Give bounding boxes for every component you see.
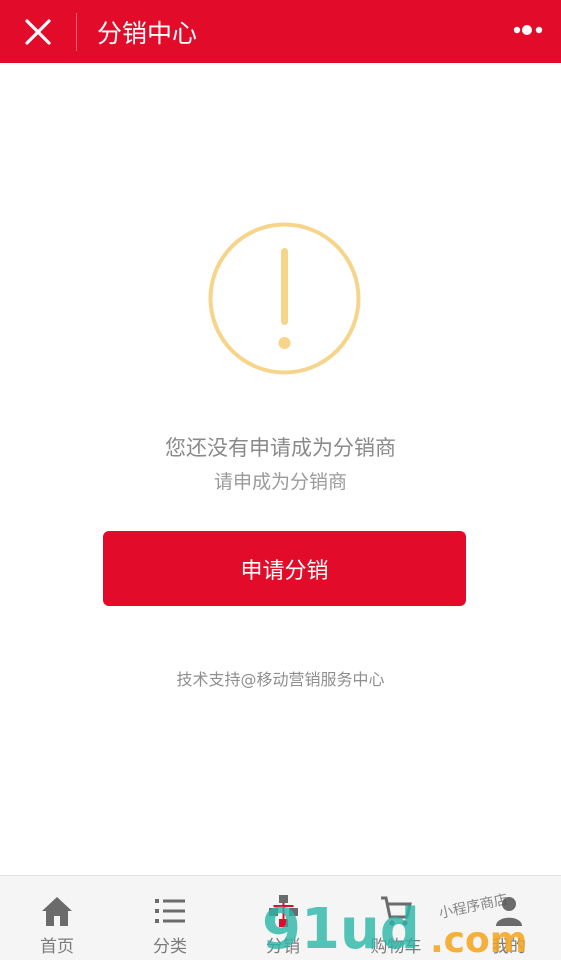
more-dots-icon — [513, 25, 543, 35]
tab-label: 首页 — [40, 937, 74, 957]
tab-cart[interactable]: 购物车 — [340, 876, 452, 960]
title-divider — [76, 12, 77, 51]
apply-distribution-button[interactable]: 申请分销 — [103, 531, 466, 606]
user-icon — [496, 897, 522, 926]
status-message: 您还没有申请成为分销商 — [165, 436, 396, 460]
home-icon — [42, 897, 72, 926]
tab-label: 购物车 — [370, 937, 422, 957]
cart-icon — [381, 896, 412, 926]
tab-label: 我的 — [492, 937, 526, 957]
tab-mine[interactable]: 我的 — [453, 876, 561, 960]
exclamation-circle-icon — [208, 222, 361, 375]
list-icon — [155, 899, 185, 923]
tab-category[interactable]: 分类 — [114, 876, 226, 960]
close-icon — [25, 18, 51, 45]
page-title: 分销中心 — [97, 18, 198, 48]
tab-home[interactable]: 首页 — [1, 876, 113, 960]
tab-label: 分类 — [153, 937, 187, 957]
top-bar: 分销中心 — [0, 0, 561, 63]
status-sub-message: 请申成为分销商 — [213, 471, 347, 493]
more-button[interactable] — [507, 10, 551, 50]
bottom-tab-bar: 首页 分类 分销 购物车 我的 — [0, 875, 561, 960]
tab-label: 分销 — [266, 937, 300, 957]
tab-distribution[interactable]: 分销 — [227, 876, 339, 960]
close-button[interactable] — [0, 7, 76, 57]
distribution-icon — [269, 895, 298, 927]
support-text: 技术支持@移动营销服务中心 — [176, 670, 385, 689]
